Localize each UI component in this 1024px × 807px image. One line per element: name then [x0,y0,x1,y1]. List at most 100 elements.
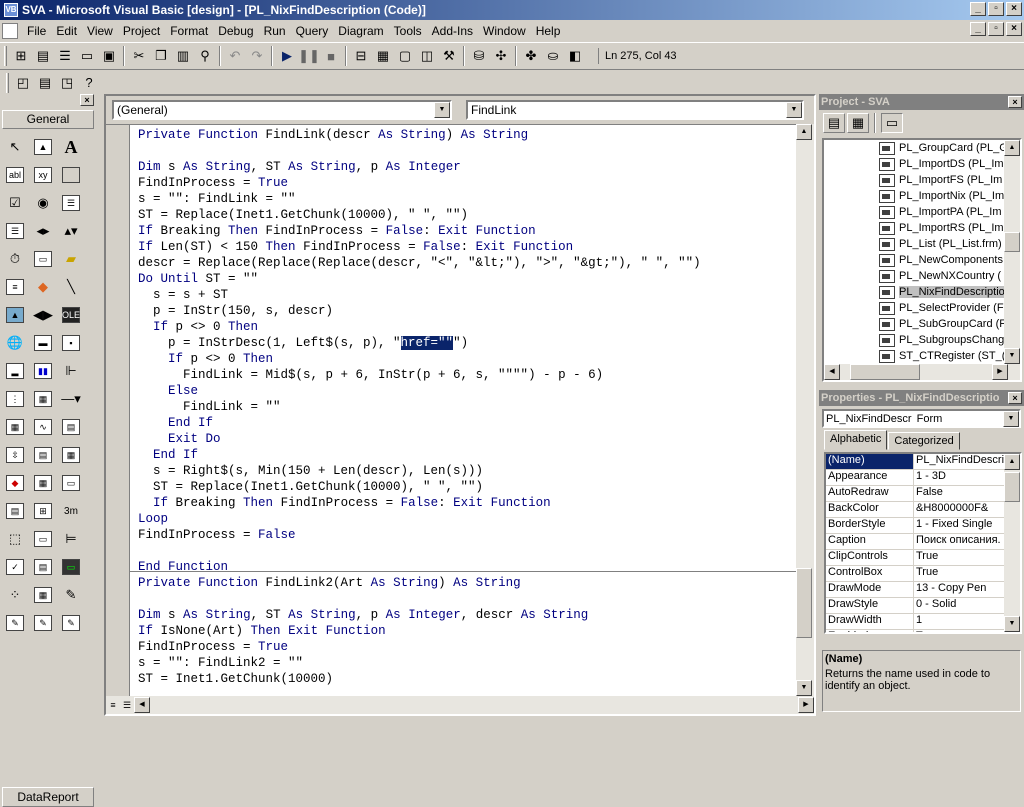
frame-tool[interactable]: xy [29,161,57,189]
align-icon[interactable]: ▤ [34,72,56,94]
code-line[interactable]: Exit Do [138,431,701,447]
redo-icon[interactable]: ↷ [246,45,268,67]
toolbar-grip[interactable] [6,72,9,93]
listbox-tool[interactable]: ☰ [1,217,29,245]
scroll-down-icon[interactable]: ▼ [1004,616,1020,632]
project-close-button[interactable]: × [1008,96,1022,108]
toolbar-tool[interactable]: ▪ [57,329,85,357]
chevron-down-icon[interactable]: ▼ [1003,410,1019,427]
property-row[interactable]: BorderStyle 1 - Fixed Single [826,518,1020,534]
scroll-thumb[interactable] [1004,472,1020,502]
scroll-left-icon[interactable]: ◀ [134,697,150,713]
property-scrollbar[interactable]: ▲ ▼ [1004,454,1020,632]
view-code-icon[interactable]: ▤ [823,113,845,133]
mmcontrol-tool[interactable]: ▦ [29,581,57,609]
code-text[interactable]: Private Function FindLink(descr As Strin… [138,127,701,687]
document-icon[interactable] [2,22,18,39]
checkbox-tool[interactable]: ☑ [1,189,29,217]
code-vertical-scrollbar[interactable]: ▲ ▼ [796,124,814,696]
scroll-right-icon[interactable]: ▶ [992,364,1008,380]
progressbar-tool[interactable]: ▮▮ [29,357,57,385]
run-icon[interactable]: ▶ [276,45,298,67]
flatscroll-tool[interactable]: ▦ [29,469,57,497]
vscrollbar-tool[interactable]: ▴▾ [57,217,85,245]
code-line[interactable]: If IsNone(Art) Then Exit Function [138,623,701,639]
toggle-folders-icon[interactable]: ▭ [881,113,903,133]
scroll-up-icon[interactable]: ▲ [1004,140,1020,156]
label-tool[interactable]: A [57,133,85,161]
hscrollbar-tool[interactable]: ◂▸ [29,217,57,245]
property-row[interactable]: DrawMode 13 - Copy Pen [826,582,1020,598]
mschart-tool[interactable]: ⊨ [57,525,85,553]
menu-run[interactable]: Run [259,21,291,41]
procedure-view-icon[interactable]: ≡ [106,698,120,712]
datalist-tool[interactable]: ✓ [1,553,29,581]
object-selector[interactable]: PL_NixFindDescr Form ▼ [822,409,1021,428]
tab-alphabetic[interactable]: Alphabetic [824,430,888,450]
toolbox-tab-general[interactable]: General [2,110,94,129]
datagrid-tool[interactable]: ▦ [57,441,85,469]
menu-format[interactable]: Format [165,21,213,41]
datarepeater-tool[interactable]: ▭ [29,525,57,553]
code-line[interactable]: s = "": FindLink = "" [138,191,701,207]
menu-diagram[interactable]: Diagram [333,21,388,41]
view-object-icon[interactable]: ▦ [847,113,869,133]
property-row[interactable]: (Name) PL_NixFindDescrip [826,454,1020,470]
code-line[interactable]: Else [138,383,701,399]
code-line[interactable]: If p <> 0 Then [138,351,701,367]
break-icon[interactable]: ❚❚ [298,45,320,67]
tree-item[interactable]: PL_NewNXCountry ( [824,268,1020,284]
menu-window[interactable]: Window [478,21,531,41]
paste-icon[interactable]: ▥ [172,45,194,67]
scroll-left-icon[interactable]: ◀ [824,364,840,380]
optionbutton-tool[interactable]: ◉ [29,189,57,217]
code-line[interactable]: ST = Replace(Inet1.GetChunk(10000), " ",… [138,207,701,223]
code-line[interactable]: Private Function FindLink2(Art As String… [138,575,701,591]
property-row[interactable]: AutoRedraw False [826,486,1020,502]
inet-tool[interactable]: 🌐 [1,329,29,357]
save-icon[interactable]: ▣ [98,45,120,67]
line-tool[interactable]: ╲ [57,273,85,301]
procedure-combo[interactable]: FindLink ▼ [466,100,804,120]
toolbox-close-button[interactable]: × [80,94,94,106]
visual-data-icon[interactable]: ◧ [564,45,586,67]
code-line[interactable]: Loop [138,511,701,527]
pointer-tool[interactable]: ↖ [1,133,29,161]
code-editor[interactable]: Private Function FindLink(descr As Strin… [106,124,796,696]
property-row[interactable]: DrawStyle 0 - Solid [826,598,1020,614]
tree-item[interactable]: PL_GroupCard (PL_G [824,140,1020,156]
code-line[interactable]: If p <> 0 Then [138,319,701,335]
code-line[interactable] [138,543,701,559]
richtext-tool[interactable]: ▤ [1,497,29,525]
code-line[interactable]: End If [138,447,701,463]
code-line[interactable]: If Breaking Then FindInProcess = False: … [138,223,701,239]
chevron-down-icon[interactable]: ▼ [786,102,802,118]
menu-query[interactable]: Query [291,21,334,41]
visual-component-icon[interactable]: ✣ [490,45,512,67]
code-line[interactable] [138,143,701,159]
copy-icon[interactable]: ❐ [150,45,172,67]
code-line[interactable]: If Breaking Then FindInProcess = False: … [138,495,701,511]
properties-close-button[interactable]: × [1008,392,1022,404]
toolbar-grip[interactable] [4,46,7,66]
code-line[interactable]: FindLink = "" [138,399,701,415]
datacombo-tool[interactable]: ▤ [29,553,57,581]
updown-tool[interactable]: ⇳ [1,441,29,469]
data-tool[interactable]: ◀▶ [29,301,57,329]
code-line[interactable]: s = "": FindLink2 = "" [138,655,701,671]
code-line[interactable]: End If [138,415,701,431]
project-tree[interactable]: PL_GroupCard (PL_G PL_ImportDS (PL_Im PL_I… [822,138,1022,382]
code-line[interactable]: descr = Replace(Replace(Replace(descr, "… [138,255,701,271]
help-icon[interactable]: ? [78,72,100,94]
code-line[interactable]: ST = Replace(Inet1.GetChunk(10000), " ",… [138,479,701,495]
toolbox-icon[interactable]: ⚒ [438,45,460,67]
close-button[interactable]: × [1006,2,1022,16]
code-line[interactable]: If Len(ST) < 150 Then FindInProcess = Fa… [138,239,701,255]
winsock-tool[interactable]: ✎ [1,609,29,637]
grid-tool[interactable]: ▦ [1,413,29,441]
code-line[interactable]: Dim s As String, ST As String, p As Inte… [138,607,701,623]
code-line[interactable]: p = InStr(150, s, descr) [138,303,701,319]
treeview-tool[interactable]: ⊩ [57,357,85,385]
minimize-button[interactable]: _ [970,2,986,16]
hflexgrid-tool[interactable]: ▭ [57,553,85,581]
